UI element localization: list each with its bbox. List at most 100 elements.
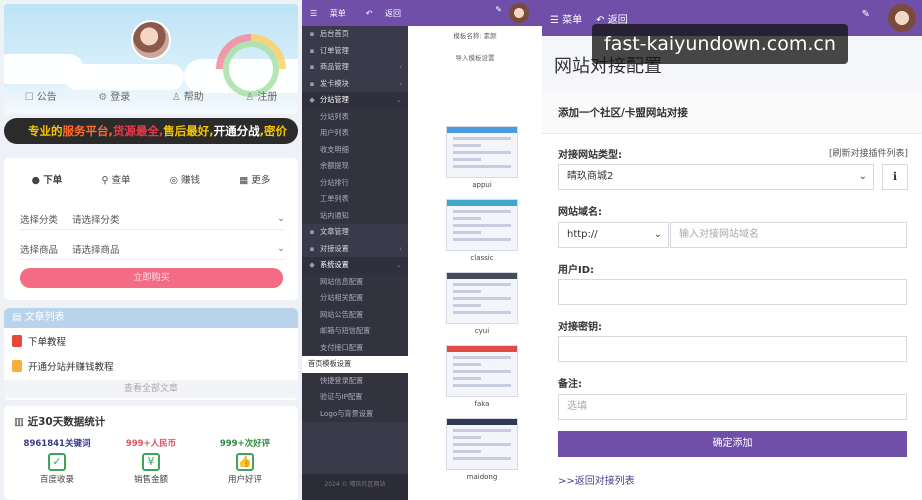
sidebar-item[interactable]: ◆ 分站管理 ⌄	[302, 92, 408, 109]
site-type-select[interactable]: 晴玖商城2 ⌄	[558, 164, 874, 190]
user-icon: ♙	[245, 91, 255, 103]
chevron-icon: ⌄	[395, 260, 402, 269]
list-item[interactable]: 下单教程	[4, 328, 298, 353]
thumbnail-line	[453, 158, 481, 161]
sidebar-item[interactable]: 快捷登录配置	[302, 372, 408, 389]
store-nav: ☐ 公告 ⚙ 登录 ♙ 帮助 ♙ 注册	[4, 80, 298, 110]
menu-button[interactable]: ☰ 菜单	[550, 11, 582, 26]
sidebar-item[interactable]: ◆ 系统设置 ⌄	[302, 257, 408, 274]
back-button[interactable]: ↶ 返回	[366, 8, 411, 19]
domain-input[interactable]: 输入对接网站域名	[670, 222, 907, 248]
sidebar-item-label: 验证与IP配置	[320, 392, 363, 401]
money-bag-icon: ¥	[142, 453, 160, 471]
chevron-icon: ‹	[399, 78, 402, 88]
nav-register[interactable]: ♙ 注册	[245, 88, 277, 103]
sidebar-item[interactable]: ▪ 后台首页	[302, 26, 408, 43]
remark-input[interactable]: 选填	[558, 394, 907, 420]
thumbnail-header	[447, 127, 517, 133]
wrench-icon[interactable]: ✎	[495, 6, 502, 14]
avatar	[131, 20, 171, 60]
nav-help[interactable]: ♙ 帮助	[172, 88, 204, 103]
sidebar-item[interactable]: ▪ 订单管理	[302, 43, 408, 60]
stat-reviews: 999+次好评 👍 用户好评	[219, 439, 271, 485]
product-select[interactable]: 选择商品 请选择商品 ⌄	[20, 238, 285, 260]
import-template-button[interactable]: 导入模板设置	[408, 52, 542, 62]
protocol-select[interactable]: http:// ⌄	[558, 222, 669, 248]
domain-label: 网站域名:	[558, 207, 602, 218]
confirm-add-button[interactable]: 确定添加	[558, 431, 907, 457]
sidebar-item[interactable]: 验证与IP配置	[302, 389, 408, 406]
thumbnail-line	[453, 165, 511, 168]
sidebar-item[interactable]: 分站列表	[302, 108, 408, 125]
sidebar-item[interactable]: 用户列表	[302, 125, 408, 142]
refresh-plugin-list-link[interactable]: [刷新对接插件列表]	[829, 146, 908, 159]
sidebar-item[interactable]: 支付接口配置	[302, 339, 408, 356]
sidebar-item[interactable]: 邮箱与短信配置	[302, 323, 408, 340]
thumbnail-header	[447, 419, 517, 425]
sidebar-item[interactable]: 余额提现	[302, 158, 408, 175]
userid-input[interactable]	[558, 279, 907, 305]
template-name-label: faka	[474, 400, 490, 408]
wrench-icon[interactable]: ✎	[862, 10, 870, 20]
sidebar-item[interactable]: 收支明细	[302, 141, 408, 158]
chevron-down-icon: ⌄	[653, 229, 662, 240]
sidebar-item[interactable]: 首页模板设置	[302, 356, 408, 373]
sidebar-item-label: 工单列表	[320, 194, 349, 203]
back-to-list-link[interactable]: >>返回对接列表	[558, 472, 635, 487]
info-icon[interactable]: ℹ	[882, 164, 908, 190]
avatar[interactable]	[509, 3, 529, 23]
admin-topbar: ☰ 菜单 ↶ 返回 ✎	[302, 0, 542, 26]
announcement-marquee: 专业的 服务平台, 货源最全, 售后最好, 开通分战 ,密价	[4, 118, 298, 144]
thumbnail-line	[453, 297, 511, 300]
template-thumbnail[interactable]	[446, 418, 518, 470]
sidebar-item[interactable]: 工单列表	[302, 191, 408, 208]
thumbnail-line	[453, 384, 511, 387]
sidebar-item[interactable]: 分站相关配置	[302, 290, 408, 307]
tab-more[interactable]: ▦ 更多	[239, 172, 270, 186]
marquee-segment: 货源最全,	[112, 124, 164, 138]
admin-template-panel: ☰ 菜单 ↶ 返回 ✎ ▪ 后台首页 ▪ 订单管理 ▪ 商品管理 ‹ ▪ 发卡模块 ‹ ◆ 分站管理 ⌄…	[302, 0, 542, 500]
menu-item-icon: ◆	[309, 260, 315, 269]
list-item[interactable]: 开通分站并赚钱教程	[4, 353, 298, 378]
thumbnail-header	[447, 200, 517, 206]
search-icon: ⚲	[101, 175, 109, 186]
sidebar-item[interactable]: 分站排行	[302, 174, 408, 191]
userid-label: 用户ID:	[558, 265, 595, 276]
sidebar-item[interactable]: ▪ 文章管理	[302, 224, 408, 241]
sidebar-item-label: 支付接口配置	[320, 342, 364, 352]
tab-query[interactable]: ⚲ 查单	[101, 172, 130, 186]
sidebar-item[interactable]: ▪ 发卡模块 ‹	[302, 76, 408, 93]
nav-login[interactable]: ⚙ 登录	[98, 88, 130, 103]
chevron-icon: ⌄	[395, 95, 402, 104]
menu-button[interactable]: ☰ 菜单	[310, 8, 356, 19]
avatar[interactable]	[888, 4, 916, 32]
sidebar-item[interactable]: Logo与背景设置	[302, 405, 408, 422]
tab-order[interactable]: ● 下单	[32, 172, 63, 186]
thumbnail-line	[453, 137, 511, 140]
sidebar-item-label: 对接设置	[320, 243, 349, 253]
thumbnail-line	[453, 238, 511, 241]
template-thumbnail[interactable]	[446, 345, 518, 397]
sidebar-item[interactable]: ▪ 对接设置 ‹	[302, 241, 408, 258]
chevron-icon: ‹	[399, 243, 402, 253]
template-thumbnail[interactable]	[446, 272, 518, 324]
category-select[interactable]: 选择分类 请选择分类 ⌄	[20, 208, 285, 230]
template-name: 模板名称: 素颜	[453, 32, 497, 40]
template-name-label: classic	[470, 254, 494, 262]
view-all-articles[interactable]: 查看全部文章	[4, 380, 298, 398]
nav-announcement[interactable]: ☐ 公告	[25, 88, 57, 103]
template-thumbnail[interactable]	[446, 126, 518, 178]
watermark: fast-kaiyundown.com.cn	[592, 24, 848, 64]
template-thumbnail[interactable]	[446, 199, 518, 251]
thumbnail-line	[453, 450, 481, 453]
sidebar-item-label: 分站排行	[320, 177, 349, 187]
secret-input[interactable]	[558, 336, 907, 362]
sidebar-item[interactable]: 网站公告配置	[302, 306, 408, 323]
buy-now-button[interactable]: 立即购买	[20, 268, 283, 288]
sidebar-item[interactable]: 站内通知	[302, 207, 408, 224]
sidebar-item[interactable]: ▪ 商品管理 ‹	[302, 59, 408, 76]
sidebar-item[interactable]: 网站信息配置	[302, 273, 408, 290]
user-icon: ♙	[171, 91, 181, 103]
tab-earn[interactable]: ◎ 赚钱	[170, 172, 200, 186]
sidebar-item-label: 发卡模块	[320, 78, 349, 88]
